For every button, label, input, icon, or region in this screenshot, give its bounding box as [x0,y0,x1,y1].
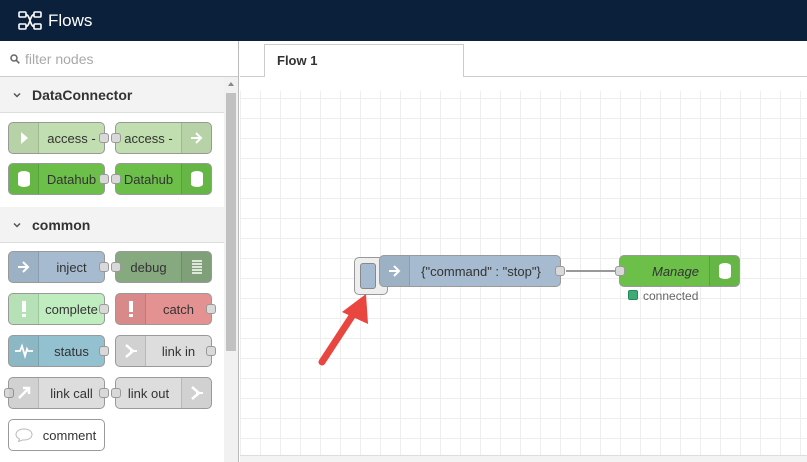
flow-node-label: Manage [652,263,699,279]
palette-node-link-call[interactable]: link call [4,377,109,409]
database-icon [9,164,39,194]
arrow-out-icon [181,123,211,153]
palette-node-status[interactable]: status [8,335,109,367]
palette-node-complete[interactable]: complete [8,293,109,325]
chevron-down-icon [13,222,21,228]
node-label: debug [130,259,167,275]
canvas-horizontal-scrollbar[interactable] [240,455,807,462]
palette-node-datahub-out[interactable]: Datahub [111,163,212,195]
scroll-up-arrow-icon[interactable] [228,82,234,86]
output-port[interactable] [99,346,109,356]
palette-node-datahub-in[interactable]: Datahub [8,163,109,195]
node-label: complete [45,301,98,317]
inject-arrow-icon [380,256,410,286]
category-body-common: inject debug complete catch status link … [0,243,224,462]
inject-button-inner [360,263,376,289]
node-label: comment [42,427,97,443]
flow-wire[interactable] [566,270,620,272]
output-port[interactable] [206,304,216,314]
exclamation-icon [9,294,39,324]
debug-list-icon [181,252,211,282]
search-icon [10,53,20,64]
node-label: Datahub [46,171,97,187]
workspace-tabs: Flow 1 [240,41,807,78]
palette-node-access-in[interactable]: access - [8,122,109,154]
link-call-icon [9,378,39,408]
output-port[interactable] [99,262,109,272]
node-label: link call [50,385,93,401]
output-port[interactable] [99,388,109,398]
arrow-in-icon [9,123,39,153]
palette-node-debug[interactable]: debug [111,251,212,283]
palette-scrollbar-thumb[interactable] [226,93,236,351]
filter-nodes-input[interactable] [25,50,225,67]
node-label: inject [56,259,87,275]
status-dot [628,290,638,300]
node-label: status [54,343,89,359]
output-port[interactable] [99,304,109,314]
flow-node-inject[interactable]: {"command" : "stop"} [379,255,565,287]
palette-node-catch[interactable]: catch [115,293,216,325]
node-label: link in [161,343,196,359]
palette-node-link-in[interactable]: link in [115,335,216,367]
link-in-icon [116,336,146,366]
pulse-icon [9,336,39,366]
category-body-dataconnector: access - access - Datahub Datahub [0,113,224,207]
category-header-common[interactable]: common [0,207,224,243]
palette-node-comment[interactable]: comment [8,419,105,451]
palette-node-access-out[interactable]: access - [111,122,212,154]
node-palette: DataConnector access - access - Datahub [0,41,239,462]
output-port[interactable] [99,174,109,184]
output-port[interactable] [555,266,565,276]
app-title: Flows [48,10,93,30]
annotation-arrow-icon [318,294,368,366]
database-icon [181,164,211,194]
category-label: DataConnector [32,86,133,103]
node-label: link out [127,385,170,401]
link-out-icon [181,378,211,408]
palette-filter [0,41,238,77]
database-icon [709,256,739,286]
node-label: catch [162,301,195,317]
flow-node-label: {"command" : "stop"} [421,263,541,279]
node-label: access - [124,130,173,146]
category-header-dataconnector[interactable]: DataConnector [0,77,224,113]
inject-arrow-icon [9,252,39,282]
canvas-top-bar [240,77,807,91]
flow-node-manage[interactable]: Manage [615,255,740,287]
palette-node-link-out[interactable]: link out [111,377,212,409]
chevron-down-icon [13,92,21,98]
node-red-logo-icon [18,10,42,30]
category-label: common [32,216,91,233]
output-port[interactable] [99,133,109,143]
status-text: connected [643,289,699,303]
app-header: Flows [0,0,807,41]
node-label: Datahub [123,171,174,187]
palette-node-inject[interactable]: inject [8,251,109,283]
tab-flow-1[interactable]: Flow 1 [264,44,464,78]
output-port[interactable] [206,346,216,356]
exclamation-icon [116,294,146,324]
node-label: access - [47,130,96,146]
